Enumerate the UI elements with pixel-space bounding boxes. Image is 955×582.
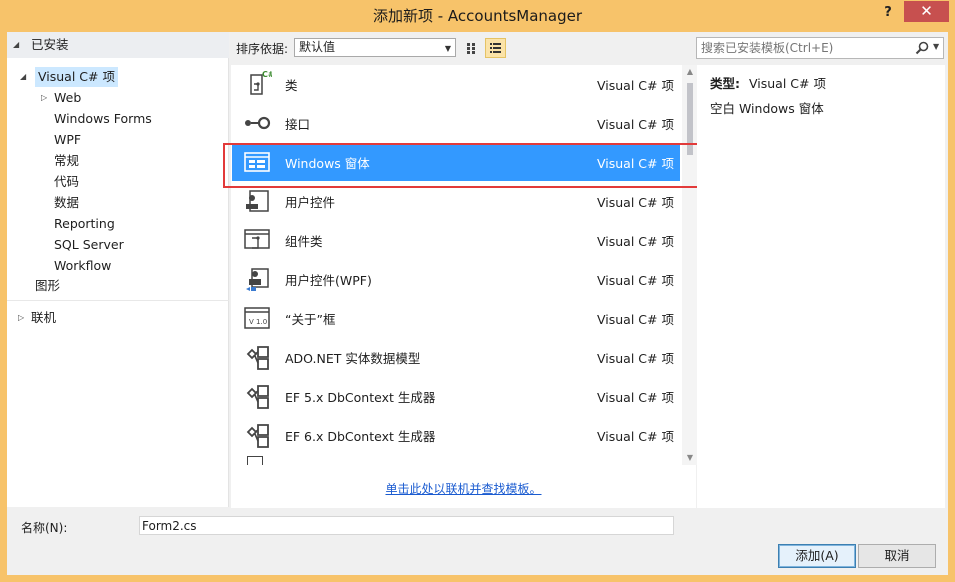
dropdown-arrow-icon: ▼ bbox=[444, 44, 451, 53]
template-category: Visual C# 项 bbox=[597, 312, 674, 327]
sort-value: 默认值 bbox=[299, 40, 336, 54]
tree-item-visual-csharp[interactable]: Visual C# 项 bbox=[35, 67, 118, 87]
svg-text:V 1.0: V 1.0 bbox=[249, 318, 267, 326]
user-control-icon bbox=[246, 190, 269, 212]
template-item[interactable]: V 1.0 “关于”框 Visual C# 项 bbox=[232, 299, 680, 337]
tree-item-data[interactable]: 数据 bbox=[54, 193, 79, 213]
close-button[interactable]: ✕ bbox=[904, 1, 949, 22]
dialog-body: ◢ 已安装 ◢ Visual C# 项 ▷ Web Windows Forms … bbox=[7, 32, 948, 575]
list-view-button[interactable] bbox=[485, 38, 506, 58]
about-box-icon: V 1.0 bbox=[244, 307, 270, 329]
template-list: C# 类 Visual C# 项 接口 Visual C# 项 Wi bbox=[231, 65, 698, 508]
component-class-icon bbox=[244, 229, 270, 249]
highlight-annotation-box bbox=[223, 143, 714, 188]
template-category: Visual C# 项 bbox=[597, 429, 674, 444]
template-name: “关于”框 bbox=[285, 312, 336, 327]
expand-icon[interactable]: ▷ bbox=[18, 313, 24, 322]
grid-view-icon bbox=[467, 43, 475, 54]
template-name: ADO.NET 实体数据模型 bbox=[285, 351, 421, 366]
class-icon: C# bbox=[250, 70, 272, 95]
name-label: 名称(N): bbox=[21, 521, 68, 535]
interface-icon bbox=[245, 116, 271, 130]
tree-item-sql-server[interactable]: SQL Server bbox=[54, 235, 124, 255]
dbcontext-generator-icon bbox=[246, 385, 269, 409]
type-label: 类型: bbox=[710, 76, 740, 91]
template-category: Visual C# 项 bbox=[597, 234, 674, 249]
template-item[interactable]: 组件类 Visual C# 项 bbox=[232, 221, 680, 259]
scroll-down-arrow-icon[interactable]: ▼ bbox=[682, 451, 698, 465]
template-category: Visual C# 项 bbox=[597, 273, 674, 288]
collapse-icon[interactable]: ◢ bbox=[20, 72, 26, 81]
grid-view-button[interactable] bbox=[462, 38, 483, 58]
list-view-icon bbox=[490, 43, 501, 53]
dbcontext-generator-icon bbox=[246, 424, 269, 448]
template-item[interactable]: 用户控件(WPF) Visual C# 项 bbox=[232, 260, 680, 298]
tree-item-online[interactable]: 联机 bbox=[31, 308, 56, 328]
tree-item-reporting[interactable]: Reporting bbox=[54, 214, 115, 234]
tree-item-general[interactable]: 常规 bbox=[54, 151, 79, 171]
template-item[interactable]: EF 5.x DbContext 生成器 Visual C# 项 bbox=[232, 377, 680, 415]
search-options-arrow-icon[interactable]: ▼ bbox=[933, 42, 939, 51]
file-name-input[interactable] bbox=[139, 516, 674, 535]
details-pane: 类型: Visual C# 项 空白 Windows 窗体 bbox=[697, 65, 945, 508]
sort-dropdown[interactable]: 默认值 ▼ bbox=[294, 38, 456, 57]
svg-text:C#: C# bbox=[262, 70, 272, 79]
tree-divider bbox=[7, 300, 229, 301]
search-box[interactable]: ▼ bbox=[696, 37, 944, 59]
partial-item-icon bbox=[247, 456, 263, 465]
template-item[interactable]: C# 类 Visual C# 项 bbox=[232, 65, 680, 103]
entity-model-icon bbox=[246, 346, 269, 370]
template-category: Visual C# 项 bbox=[597, 78, 674, 93]
vertical-scrollbar[interactable]: ▲ ▼ bbox=[682, 65, 698, 465]
tree-item-web[interactable]: Web bbox=[54, 88, 81, 108]
template-name: EF 6.x DbContext 生成器 bbox=[285, 429, 436, 444]
template-name: 组件类 bbox=[285, 234, 323, 249]
search-icon[interactable] bbox=[914, 40, 930, 56]
template-description: 空白 Windows 窗体 bbox=[710, 101, 824, 116]
tree-installed-header[interactable]: ◢ 已安装 bbox=[7, 32, 229, 58]
tree-item-wpf[interactable]: WPF bbox=[54, 130, 81, 150]
template-name: 类 bbox=[285, 78, 298, 93]
type-value: Visual C# 项 bbox=[749, 76, 826, 91]
template-category: Visual C# 项 bbox=[597, 351, 674, 366]
template-name: 接口 bbox=[285, 117, 311, 132]
template-category: Visual C# 项 bbox=[597, 195, 674, 210]
help-button[interactable]: ? bbox=[876, 3, 900, 23]
template-item[interactable]: 接口 Visual C# 项 bbox=[232, 104, 680, 142]
template-name: 用户控件 bbox=[285, 195, 336, 210]
sort-label: 排序依据: bbox=[236, 42, 289, 56]
template-name: EF 5.x DbContext 生成器 bbox=[285, 390, 436, 405]
scroll-up-arrow-icon[interactable]: ▲ bbox=[682, 65, 698, 79]
wpf-user-control-icon bbox=[246, 268, 269, 291]
search-input[interactable] bbox=[701, 40, 911, 56]
tree-item-graphics[interactable]: 图形 bbox=[35, 276, 60, 296]
template-name: 用户控件(WPF) bbox=[285, 273, 372, 288]
expand-icon[interactable]: ▷ bbox=[41, 93, 47, 102]
title-bar: 添加新项 - AccountsManager ? ✕ bbox=[0, 0, 955, 32]
tree-item-workflow[interactable]: Workflow bbox=[54, 256, 111, 276]
add-button[interactable]: 添加(A) bbox=[778, 544, 856, 568]
template-item[interactable]: ADO.NET 实体数据模型 Visual C# 项 bbox=[232, 338, 680, 376]
collapse-icon: ◢ bbox=[13, 40, 20, 49]
tree-item-windows-forms[interactable]: Windows Forms bbox=[54, 109, 152, 129]
template-category: Visual C# 项 bbox=[597, 117, 674, 132]
window-title: 添加新项 - AccountsManager bbox=[372, 7, 583, 25]
online-templates-link[interactable]: 单击此处以联机并查找模板。 bbox=[231, 480, 696, 497]
tree-installed-label: 已安装 bbox=[31, 37, 69, 52]
template-item[interactable]: EF 6.x DbContext 生成器 Visual C# 项 bbox=[232, 416, 680, 454]
cancel-button[interactable]: 取消 bbox=[858, 544, 936, 568]
tree-item-code[interactable]: 代码 bbox=[54, 172, 79, 192]
template-tree: ◢ 已安装 ◢ Visual C# 项 ▷ Web Windows Forms … bbox=[7, 32, 229, 507]
template-category: Visual C# 项 bbox=[597, 390, 674, 405]
